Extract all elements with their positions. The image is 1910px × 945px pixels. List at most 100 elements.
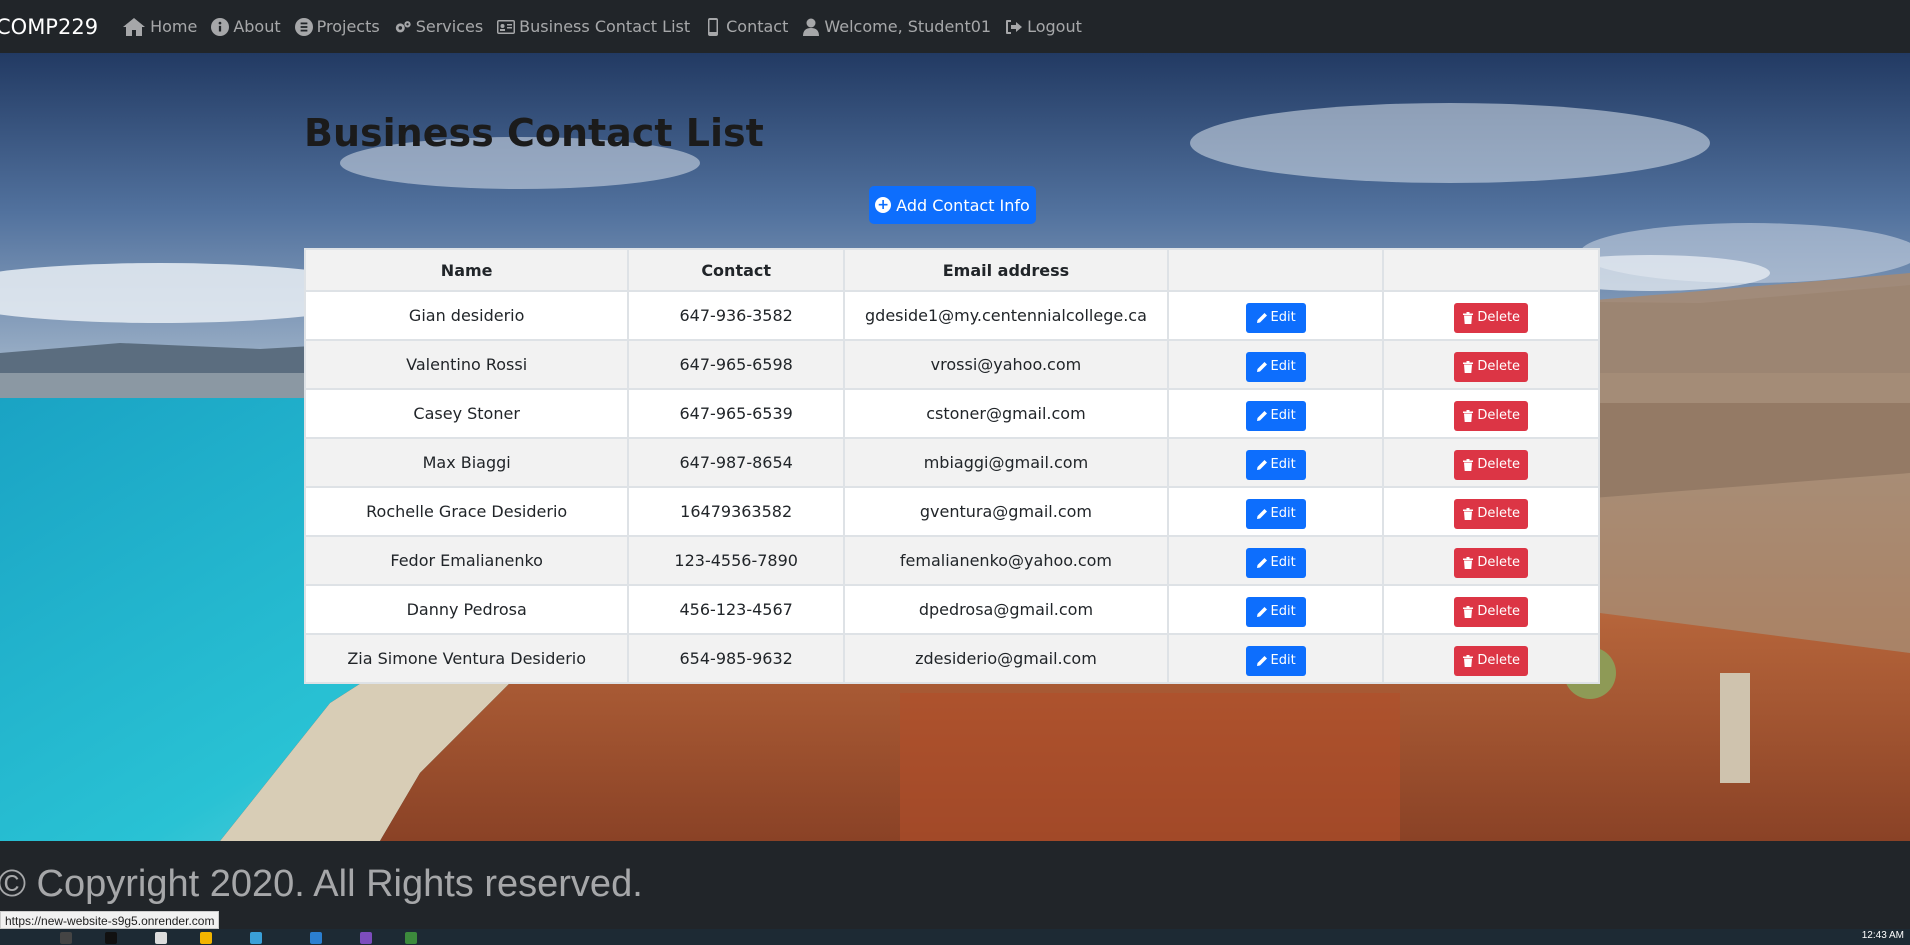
delete-button[interactable]: Delete	[1454, 351, 1529, 382]
table-row: Valentino Rossi 647-965-6598 vrossi@yahoo.…	[303, 339, 1600, 390]
nav-projects-label: Projects	[316, 17, 380, 36]
delete-button[interactable]: Delete	[1454, 547, 1529, 578]
delete-cell: Delete	[1382, 486, 1600, 537]
delete-button[interactable]: Delete	[1454, 498, 1529, 529]
pencil-icon	[1256, 312, 1267, 323]
table-row: Danny Pedrosa 456-123-4567 dpedrosa@gmail.…	[303, 584, 1600, 635]
trash-icon	[1463, 605, 1474, 618]
edit-cell: Edit	[1166, 535, 1385, 586]
contact-name: Rochelle Grace Desiderio	[303, 486, 630, 537]
delete-cell: Delete	[1382, 633, 1600, 684]
delete-label: Delete	[1477, 310, 1521, 325]
visual-studio-icon[interactable]	[360, 932, 372, 944]
delete-label: Delete	[1477, 604, 1521, 619]
nav-services-label: Services	[415, 17, 484, 36]
nav-logout[interactable]: Logout	[1005, 17, 1082, 36]
contact-email: femalianenko@yahoo.com	[843, 535, 1169, 586]
column-header-name: Name	[303, 248, 630, 292]
info-icon	[211, 17, 230, 36]
contact-email: zdesiderio@gmail.com	[843, 633, 1169, 684]
edit-label: Edit	[1270, 555, 1296, 570]
contact-email: cstoner@gmail.com	[843, 388, 1169, 439]
pencil-icon	[1256, 459, 1267, 470]
mobile-icon	[708, 17, 719, 36]
app-icon[interactable]	[405, 932, 417, 944]
trash-icon	[1463, 556, 1474, 569]
edit-cell: Edit	[1166, 633, 1385, 684]
delete-button[interactable]: Delete	[1454, 449, 1529, 480]
edit-label: Edit	[1270, 604, 1296, 619]
brand-logo[interactable]: COMP229	[0, 15, 98, 39]
delete-button[interactable]: Delete	[1454, 645, 1529, 676]
edit-button[interactable]: Edit	[1245, 596, 1306, 627]
delete-label: Delete	[1477, 457, 1521, 472]
contact-number: 647-965-6539	[627, 388, 846, 439]
nav-home-label: Home	[150, 17, 198, 36]
edit-button[interactable]: Edit	[1245, 351, 1306, 382]
contact-name: Max Biaggi	[303, 437, 630, 488]
edit-cell: Edit	[1166, 437, 1385, 488]
contact-number: 647-936-3582	[627, 290, 846, 341]
edit-button[interactable]: Edit	[1245, 400, 1306, 431]
trash-icon	[1463, 311, 1474, 324]
trash-icon	[1463, 409, 1474, 422]
add-contact-button[interactable]: + Add Contact Info	[869, 186, 1036, 224]
contact-name: Gian desiderio	[303, 290, 630, 341]
contact-name: Danny Pedrosa	[303, 584, 630, 635]
contact-name: Zia Simone Ventura Desiderio	[303, 633, 630, 684]
nav-business-contact-list[interactable]: Business Contact List	[497, 17, 690, 36]
delete-button[interactable]: Delete	[1454, 302, 1529, 333]
nav-projects[interactable]: Projects	[294, 17, 380, 36]
delete-cell: Delete	[1382, 339, 1600, 390]
contact-email: dpedrosa@gmail.com	[843, 584, 1169, 635]
projects-icon	[294, 17, 313, 36]
contact-number: 647-987-8654	[627, 437, 846, 488]
hero-background: Business Contact List + Add Contact Info…	[0, 53, 1910, 841]
pencil-icon	[1256, 655, 1267, 666]
table-row: Max Biaggi 647-987-8654 mbiaggi@gmail.com E…	[303, 437, 1600, 488]
nav-user-welcome[interactable]: Welcome, Student01	[802, 17, 991, 36]
column-header-email: Email address	[843, 248, 1169, 292]
delete-label: Delete	[1477, 555, 1521, 570]
delete-button[interactable]: Delete	[1454, 596, 1529, 627]
nav-contact[interactable]: Contact	[704, 17, 788, 36]
edit-button[interactable]: Edit	[1245, 645, 1306, 676]
table-row: Rochelle Grace Desiderio 16479363582 gvent…	[303, 486, 1600, 537]
delete-label: Delete	[1477, 408, 1521, 423]
delete-button[interactable]: Delete	[1454, 400, 1529, 431]
delete-label: Delete	[1477, 506, 1521, 521]
contact-email: vrossi@yahoo.com	[843, 339, 1169, 390]
search-icon[interactable]	[60, 932, 72, 944]
app-icon[interactable]	[155, 932, 167, 944]
column-header-delete	[1382, 248, 1600, 292]
table-row: Zia Simone Ventura Desiderio 654-985-9632…	[303, 633, 1600, 684]
copyright-text: © Copyright 2020. All Rights reserved.	[0, 863, 643, 905]
contact-number: 647-965-6598	[627, 339, 846, 390]
edit-label: Edit	[1270, 653, 1296, 668]
edit-button[interactable]: Edit	[1245, 449, 1306, 480]
nav-business-contact-list-label: Business Contact List	[519, 17, 691, 36]
nav-home[interactable]: Home	[122, 16, 197, 38]
delete-label: Delete	[1477, 653, 1521, 668]
contact-name: Fedor Emalianenko	[303, 535, 630, 586]
contact-number: 654-985-9632	[627, 633, 846, 684]
file-explorer-icon[interactable]	[200, 932, 212, 944]
contacts-table: Name Contact Email address Gian desideri…	[303, 248, 1600, 684]
trash-icon	[1463, 458, 1474, 471]
column-header-edit	[1166, 248, 1385, 292]
nav-about[interactable]: About	[211, 17, 281, 36]
delete-cell: Delete	[1382, 535, 1600, 586]
edit-button[interactable]: Edit	[1245, 302, 1306, 333]
browser-icon[interactable]	[250, 932, 262, 944]
pencil-icon	[1256, 410, 1267, 421]
page-title: Business Contact List	[304, 111, 764, 155]
pencil-icon	[1256, 361, 1267, 372]
taskview-icon[interactable]	[105, 932, 117, 944]
edit-button[interactable]: Edit	[1245, 547, 1306, 578]
nav-services[interactable]: Services	[394, 17, 483, 36]
contact-email: gdeside1@my.centennialcollege.ca	[843, 290, 1169, 341]
os-taskbar: 12:43 AM	[0, 929, 1910, 945]
edit-button[interactable]: Edit	[1245, 498, 1306, 529]
pencil-icon	[1256, 606, 1267, 617]
vscode-icon[interactable]	[310, 932, 322, 944]
